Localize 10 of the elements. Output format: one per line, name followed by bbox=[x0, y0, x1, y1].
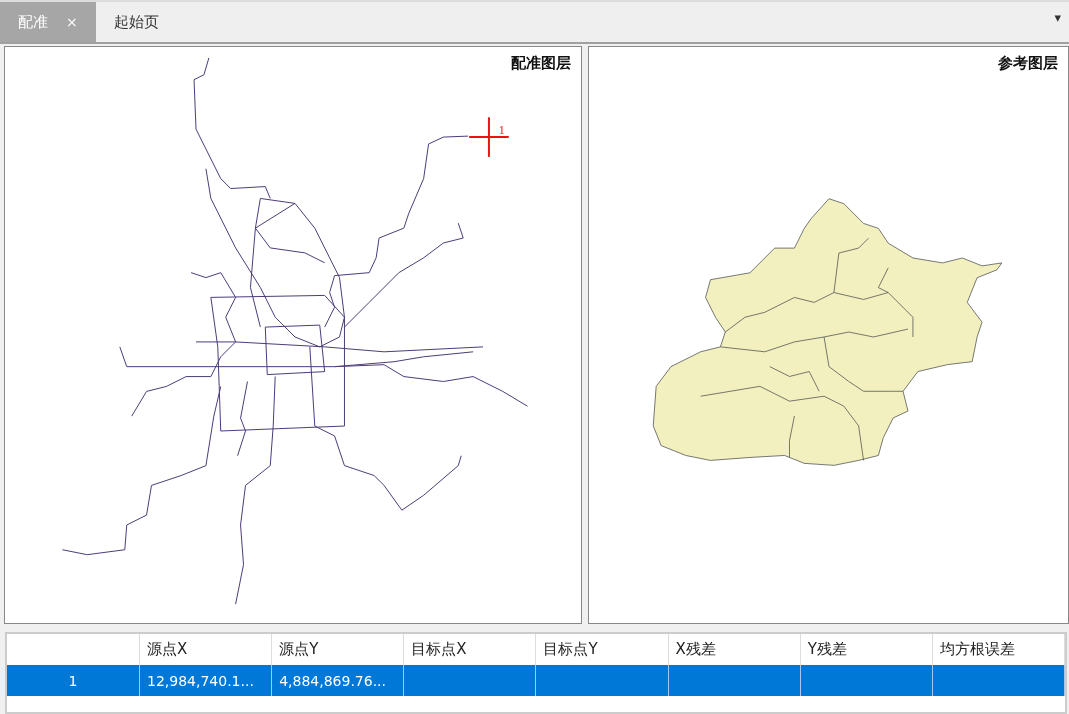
table-cell: 1 bbox=[68, 672, 78, 689]
table-cell: 12,984,740.1... bbox=[147, 672, 254, 689]
document-tab[interactable]: 起始页 bbox=[96, 2, 192, 42]
dropdown-icon[interactable]: ▾ bbox=[1054, 10, 1061, 25]
table-row[interactable]: 1 12,984,740.1... 4,884,869.76... bbox=[7, 665, 1065, 696]
table-cell: 4,884,869.76... bbox=[279, 672, 386, 689]
control-point-label: 1 bbox=[498, 123, 505, 138]
crosshair-icon bbox=[468, 116, 510, 158]
layer-title: 参考图层 bbox=[998, 54, 1058, 73]
layer-title: 配准图层 bbox=[511, 54, 571, 73]
